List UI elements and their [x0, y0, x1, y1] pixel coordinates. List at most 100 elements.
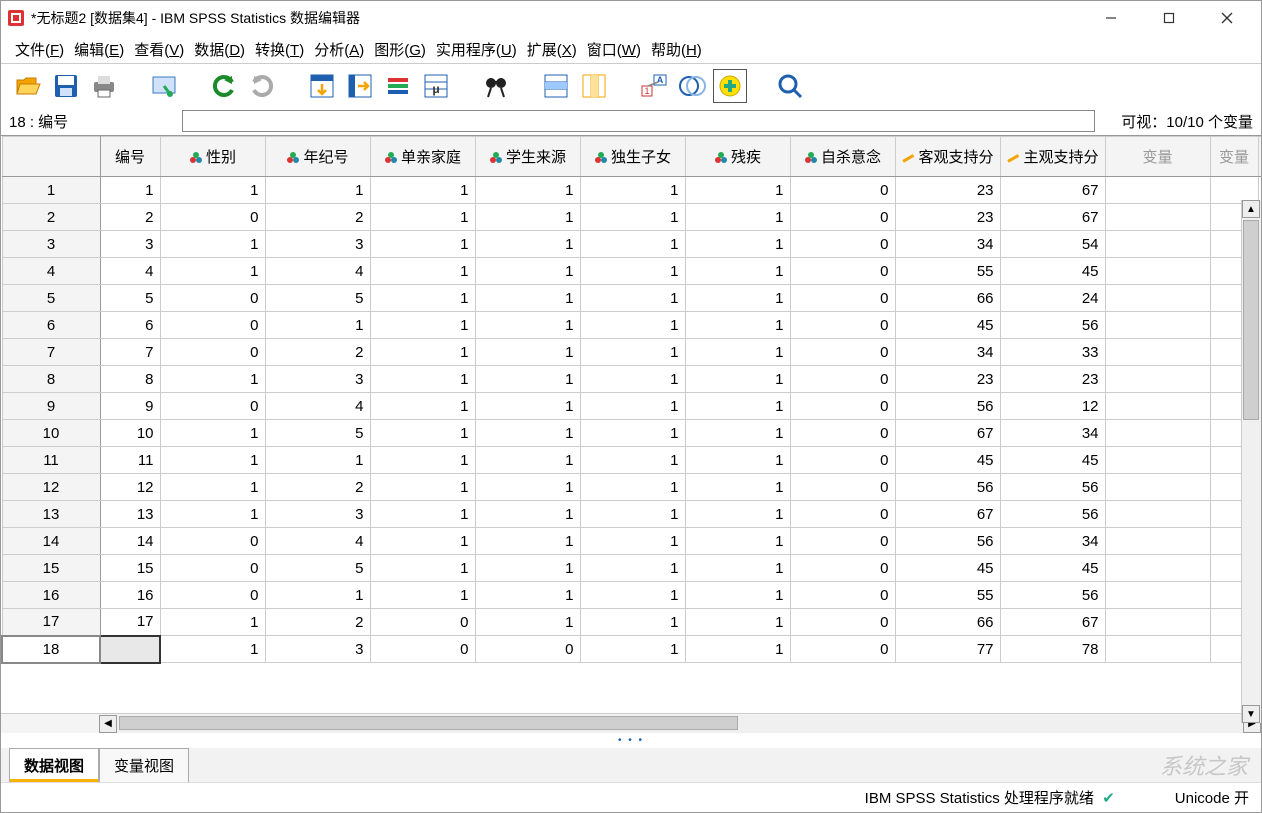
- data-cell[interactable]: 34: [895, 231, 1000, 258]
- data-cell[interactable]: 1: [370, 285, 475, 312]
- data-cell[interactable]: 1: [370, 177, 475, 204]
- col-header[interactable]: 年纪号: [265, 137, 370, 177]
- table-row[interactable]: 6601111104556: [2, 312, 1261, 339]
- data-cell[interactable]: 1: [475, 447, 580, 474]
- row-number[interactable]: 6: [2, 312, 100, 339]
- data-cell[interactable]: 1: [475, 366, 580, 393]
- data-cell[interactable]: 0: [370, 636, 475, 663]
- data-cell[interactable]: 1: [160, 258, 265, 285]
- data-cell[interactable]: 1: [580, 636, 685, 663]
- data-cell[interactable]: 5: [265, 555, 370, 582]
- maximize-button[interactable]: [1151, 5, 1187, 31]
- data-cell[interactable]: 0: [790, 528, 895, 555]
- data-cell[interactable]: 1: [370, 339, 475, 366]
- table-row[interactable]: 121212111105656: [2, 474, 1261, 501]
- table-row[interactable]: 2202111102367: [2, 204, 1261, 231]
- close-button[interactable]: [1209, 5, 1245, 31]
- open-icon[interactable]: [11, 69, 45, 103]
- insert-variable-icon[interactable]: [577, 69, 611, 103]
- data-cell[interactable]: 1: [370, 366, 475, 393]
- data-cell[interactable]: 13: [100, 501, 160, 528]
- data-cell[interactable]: 2: [265, 609, 370, 636]
- data-cell[interactable]: 1: [580, 231, 685, 258]
- data-cell[interactable]: 1: [475, 258, 580, 285]
- data-cell[interactable]: 5: [265, 285, 370, 312]
- empty-cell[interactable]: [1105, 555, 1210, 582]
- data-cell[interactable]: 56: [1000, 312, 1105, 339]
- row-number[interactable]: 18: [2, 636, 100, 663]
- table-row[interactable]: 101015111106734: [2, 420, 1261, 447]
- data-cell[interactable]: 45: [895, 312, 1000, 339]
- empty-cell[interactable]: [1105, 582, 1210, 609]
- data-cell[interactable]: 1: [580, 501, 685, 528]
- data-cell[interactable]: 0: [790, 366, 895, 393]
- table-row[interactable]: 161601111105556: [2, 582, 1261, 609]
- empty-cell[interactable]: [1105, 528, 1210, 555]
- save-icon[interactable]: [49, 69, 83, 103]
- cell-value-input[interactable]: [182, 110, 1095, 132]
- data-cell[interactable]: 67: [1000, 204, 1105, 231]
- data-cell[interactable]: 1: [475, 582, 580, 609]
- data-cell[interactable]: 1: [580, 366, 685, 393]
- data-cell[interactable]: 4: [265, 258, 370, 285]
- data-cell[interactable]: 1: [685, 177, 790, 204]
- data-cell[interactable]: 1: [160, 474, 265, 501]
- empty-cell[interactable]: [1105, 474, 1210, 501]
- table-row[interactable]: 5505111106624: [2, 285, 1261, 312]
- goto-variable-icon[interactable]: [343, 69, 377, 103]
- data-cell[interactable]: 77: [895, 636, 1000, 663]
- data-cell[interactable]: 0: [790, 636, 895, 663]
- vertical-scrollbar[interactable]: ▲ ▼: [1241, 200, 1261, 723]
- menu-edit[interactable]: 编辑(E): [74, 39, 124, 60]
- data-cell[interactable]: 4: [265, 393, 370, 420]
- data-cell[interactable]: 0: [790, 177, 895, 204]
- data-cell[interactable]: 1: [580, 285, 685, 312]
- row-number[interactable]: 9: [2, 393, 100, 420]
- data-cell[interactable]: 1: [475, 501, 580, 528]
- row-number[interactable]: 5: [2, 285, 100, 312]
- tab-data-view[interactable]: 数据视图: [9, 748, 99, 782]
- data-cell[interactable]: 0: [790, 285, 895, 312]
- data-cell[interactable]: 67: [895, 501, 1000, 528]
- table-row[interactable]: 7702111103433: [2, 339, 1261, 366]
- data-cell[interactable]: 1: [475, 609, 580, 636]
- data-cell[interactable]: 1: [160, 609, 265, 636]
- menu-data[interactable]: 数据(D): [194, 39, 245, 60]
- data-cell[interactable]: 1: [580, 420, 685, 447]
- data-cell[interactable]: 0: [160, 285, 265, 312]
- data-cell[interactable]: 1: [475, 393, 580, 420]
- recall-dialog-icon[interactable]: [147, 69, 181, 103]
- menu-graph[interactable]: 图形(G): [374, 39, 426, 60]
- data-cell[interactable]: 1: [580, 204, 685, 231]
- data-cell[interactable]: 1: [475, 474, 580, 501]
- data-cell[interactable]: 1: [370, 393, 475, 420]
- data-cell[interactable]: 56: [1000, 474, 1105, 501]
- data-cell[interactable]: 15: [100, 555, 160, 582]
- row-number[interactable]: 16: [2, 582, 100, 609]
- data-cell[interactable]: 1: [580, 258, 685, 285]
- menu-help[interactable]: 帮助(H): [651, 39, 702, 60]
- col-header[interactable]: 主观支持分: [1000, 137, 1105, 177]
- data-cell[interactable]: 56: [895, 393, 1000, 420]
- row-number[interactable]: 15: [2, 555, 100, 582]
- data-cell[interactable]: 2: [265, 474, 370, 501]
- empty-cell[interactable]: [1105, 366, 1210, 393]
- data-cell[interactable]: 1: [265, 312, 370, 339]
- scroll-down-button[interactable]: ▼: [1242, 705, 1260, 723]
- data-cell[interactable]: 0: [160, 555, 265, 582]
- run-descriptives-icon[interactable]: μ: [419, 69, 453, 103]
- data-cell[interactable]: 67: [1000, 177, 1105, 204]
- data-cell[interactable]: 2: [265, 339, 370, 366]
- col-header[interactable]: 编号: [100, 137, 160, 177]
- data-cell[interactable]: 34: [895, 339, 1000, 366]
- menu-view[interactable]: 查看(V): [134, 39, 184, 60]
- data-cell[interactable]: 1: [370, 447, 475, 474]
- undo-icon[interactable]: [207, 69, 241, 103]
- empty-cell[interactable]: [1105, 609, 1210, 636]
- goto-case-icon[interactable]: [305, 69, 339, 103]
- data-cell[interactable]: 1: [475, 312, 580, 339]
- data-cell[interactable]: 45: [1000, 447, 1105, 474]
- data-cell[interactable]: 1: [685, 474, 790, 501]
- data-cell[interactable]: 78: [1000, 636, 1105, 663]
- data-cell[interactable]: 1: [685, 528, 790, 555]
